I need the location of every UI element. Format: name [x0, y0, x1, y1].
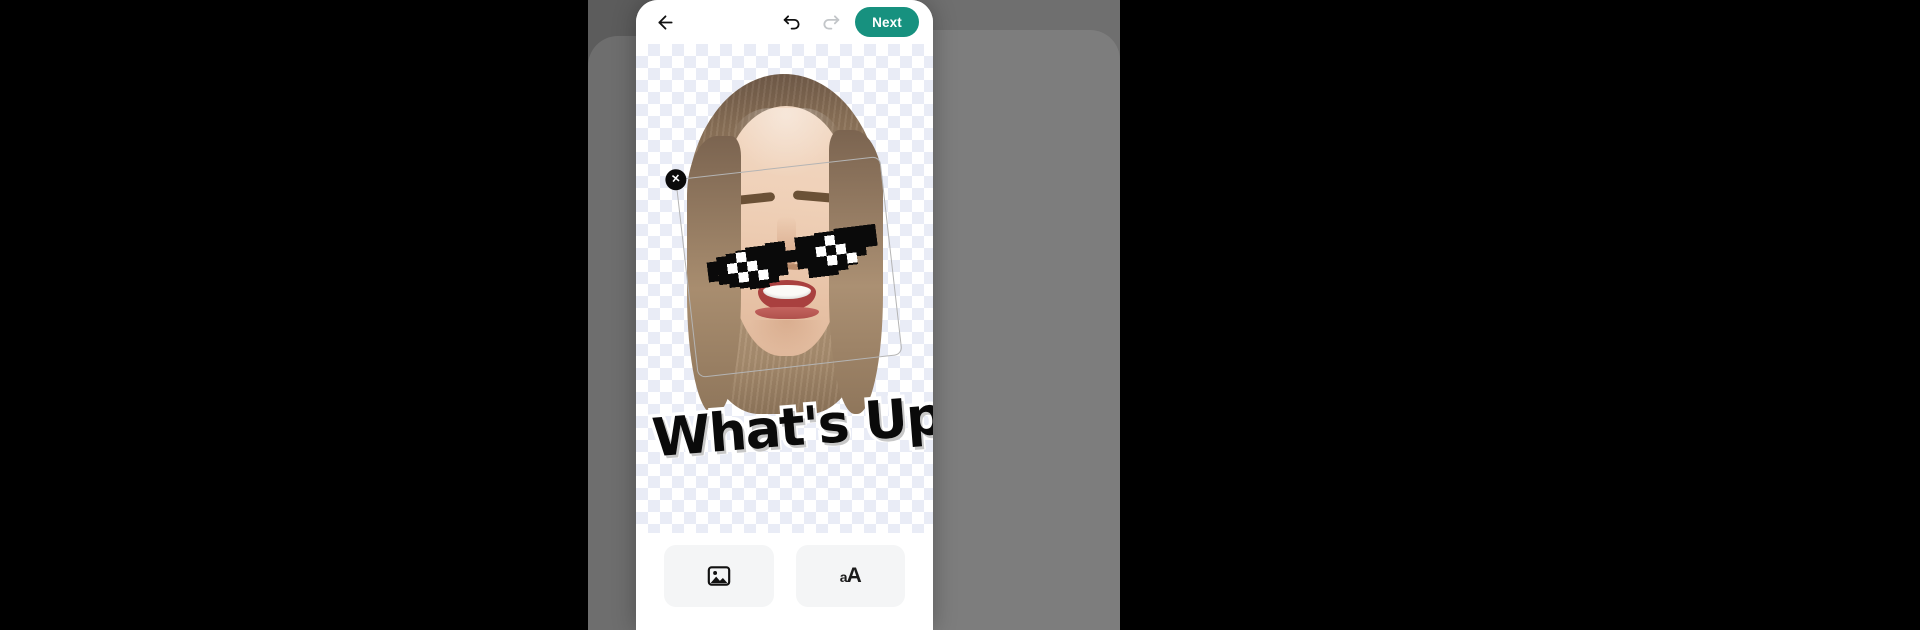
editor-bottom-toolbar: aA — [636, 533, 933, 630]
text-size-large-a: A — [846, 564, 862, 587]
text-size-icon: aA — [839, 564, 862, 588]
next-button[interactable]: Next — [855, 7, 919, 37]
arrow-left-icon — [655, 12, 676, 33]
sticker-editor-card: Next ✕ What's Up? aA — [636, 0, 933, 630]
text-size-small-a: a — [839, 569, 848, 585]
editor-toolbar: Next — [636, 0, 933, 44]
back-button[interactable] — [650, 7, 680, 37]
image-icon — [706, 563, 732, 589]
redo-button[interactable] — [815, 7, 845, 37]
screen-root: Next ✕ What's Up? aA — [0, 0, 1920, 630]
sticker-selection-frame[interactable]: ✕ — [664, 155, 903, 379]
redo-icon — [820, 12, 841, 33]
editor-canvas[interactable]: ✕ What's Up? — [636, 44, 933, 533]
add-text-button[interactable]: aA — [795, 545, 905, 607]
undo-icon — [782, 12, 803, 33]
undo-button[interactable] — [777, 7, 807, 37]
add-image-button[interactable] — [664, 545, 774, 607]
